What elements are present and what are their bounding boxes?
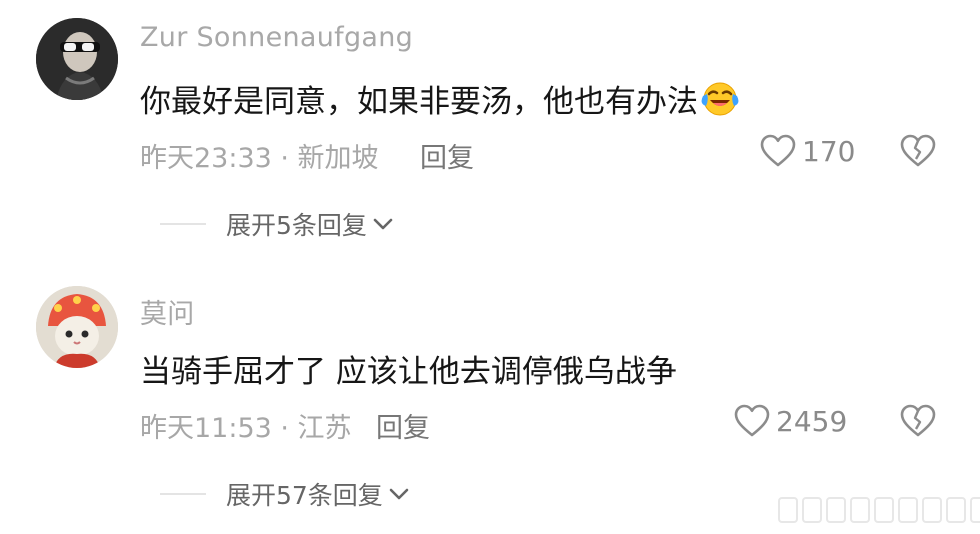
divider-line [160,493,206,495]
comment-meta: 昨天11:53 · 江苏 [140,413,352,444]
dislike-button[interactable] [900,404,936,442]
avatar-photo [36,18,118,100]
like-button[interactable]: 170 [760,134,855,168]
chevron-down-icon [373,218,393,230]
like-count: 170 [802,134,856,168]
chevron-down-icon [389,488,409,500]
reply-button[interactable]: 回复 [420,136,474,175]
username[interactable]: 莫问 [140,292,195,331]
like-count: 2459 [776,404,848,438]
comment-text: 你最好是同意，如果非要汤，他也有办法 [140,76,740,126]
avatar-photo [36,286,118,368]
expand-replies-label: 展开5条回复 [226,211,367,240]
expand-replies-label: 展开57条回复 [226,481,383,510]
dislike-button[interactable] [900,134,936,172]
expand-replies-button[interactable]: 展开5条回复 [160,206,393,242]
heart-icon [734,404,770,437]
expand-replies-button[interactable]: 展开57条回复 [160,476,409,512]
divider-line [160,223,206,225]
reply-button[interactable]: 回复 [376,406,430,445]
comment-meta: 昨天23:33 · 新加坡 [140,143,379,174]
watermark-logo [778,497,980,523]
username[interactable]: Zur Sonnenaufgang [140,22,413,53]
avatar[interactable] [36,18,118,100]
like-button[interactable]: 2459 [734,404,847,438]
heart-icon [760,134,796,167]
comment-text-content: 你最好是同意，如果非要汤，他也有办法 [140,84,698,120]
laughing-tears-emoji-icon [700,78,740,126]
broken-heart-icon [900,404,936,437]
broken-heart-icon [900,134,936,167]
comment-text: 当骑手屈才了 应该让他去调停俄乌战争 [140,354,677,390]
avatar[interactable] [36,286,118,368]
